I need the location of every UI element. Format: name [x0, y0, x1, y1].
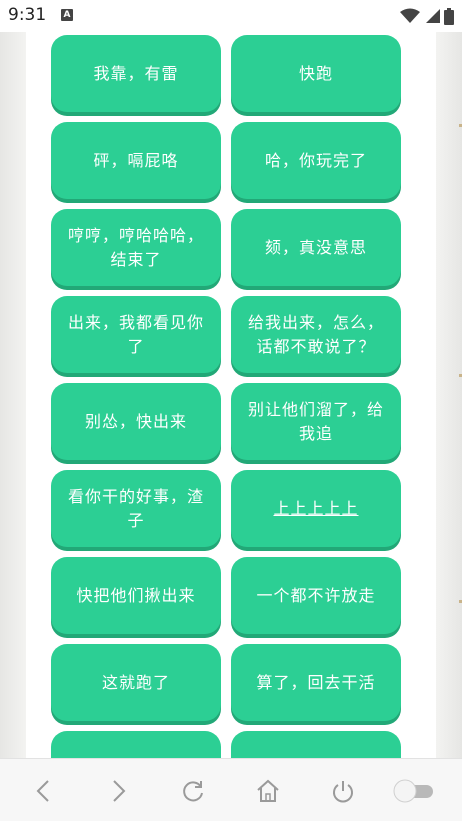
voice-button[interactable]: 上上上上上 — [231, 470, 401, 547]
voice-button[interactable]: 哼哼，哼哈哈哈，结束了 — [51, 209, 221, 286]
bottom-nav — [0, 758, 462, 821]
status-icons — [400, 6, 454, 26]
frame-right-rail — [436, 32, 462, 758]
voice-button[interactable] — [51, 731, 221, 758]
voice-button-label: 快把他们揪出来 — [76, 585, 196, 605]
voice-button-label: 这就跑了 — [101, 672, 170, 692]
voice-button[interactable]: 算了，回去干活 — [231, 644, 401, 721]
voice-button[interactable]: 颏，真没意思 — [231, 209, 401, 286]
voice-button[interactable]: 快把他们揪出来 — [51, 557, 221, 634]
refresh-icon — [183, 781, 203, 802]
toggle-icon — [393, 779, 433, 803]
voice-button-label: 哈，你玩完了 — [264, 150, 367, 170]
voice-button[interactable]: 别怂，快出来 — [51, 383, 221, 460]
voice-button-label: 给我出来，怎么，话都不敢说了？ — [247, 312, 384, 356]
voice-button[interactable]: 给我出来，怎么，话都不敢说了？ — [231, 296, 401, 373]
voice-button-label: 我靠，有雷 — [93, 63, 179, 83]
voice-button-label: 看你干的好事，渣子 — [67, 486, 204, 530]
signal-icon — [426, 9, 440, 23]
status-time: 9:31 — [8, 5, 47, 25]
voice-button-label: 一个都不许放走 — [256, 585, 376, 605]
refresh-button[interactable] — [177, 775, 209, 807]
wifi-icon — [400, 8, 420, 23]
voice-button-label: 出来，我都看见你了 — [67, 312, 204, 356]
voice-button[interactable]: 哈，你玩完了 — [231, 122, 401, 199]
voice-button-label: 哼哼，哼哈哈哈，结束了 — [67, 225, 204, 269]
voice-button[interactable]: 砰，嗝屁咯 — [51, 122, 221, 199]
back-button[interactable] — [28, 775, 60, 807]
voice-button-grid: 我靠，有雷 快跑 砰，嗝屁咯 哈，你玩完了 哼哼，哼哈哈哈，结束了 颏，真没意思… — [51, 35, 401, 758]
voice-button-label: 颏，真没意思 — [264, 237, 367, 257]
battery-icon — [444, 7, 454, 25]
voice-button[interactable]: 快跑 — [231, 35, 401, 112]
voice-button-label: 快跑 — [298, 63, 333, 83]
voice-button[interactable]: 一个都不许放走 — [231, 557, 401, 634]
back-icon — [36, 780, 49, 802]
voice-button-label: 砰，嗝屁咯 — [93, 150, 179, 170]
page-frame: 我靠，有雷 快跑 砰，嗝屁咯 哈，你玩完了 哼哼，哼哈哈哈，结束了 颏，真没意思… — [0, 32, 462, 758]
frame-left-rail — [0, 32, 26, 758]
home-button[interactable] — [252, 775, 284, 807]
status-bar: 9:31 A — [0, 0, 462, 32]
voice-button-label: 别让他们溜了，给我追 — [247, 399, 384, 443]
voice-button[interactable]: 这就跑了 — [51, 644, 221, 721]
home-icon — [257, 779, 279, 802]
voice-button[interactable]: 我靠，有雷 — [51, 35, 221, 112]
toggle-switch[interactable] — [391, 775, 437, 807]
voice-button[interactable]: 别让他们溜了，给我追 — [231, 383, 401, 460]
voice-button-label: 算了，回去干活 — [256, 672, 376, 692]
voice-button[interactable] — [231, 731, 401, 758]
forward-icon — [113, 780, 126, 802]
content-panel: 我靠，有雷 快跑 砰，嗝屁咯 哈，你玩完了 哼哼，哼哈哈哈，结束了 颏，真没意思… — [26, 32, 436, 758]
power-button[interactable] — [327, 775, 359, 807]
forward-button[interactable] — [102, 775, 134, 807]
voice-button[interactable]: 出来，我都看见你了 — [51, 296, 221, 373]
notification-icon: A — [61, 9, 73, 21]
power-icon — [333, 781, 353, 803]
voice-button-label: 上上上上上 — [273, 498, 359, 518]
voice-button-label: 别怂，快出来 — [84, 411, 187, 431]
voice-button[interactable]: 看你干的好事，渣子 — [51, 470, 221, 547]
